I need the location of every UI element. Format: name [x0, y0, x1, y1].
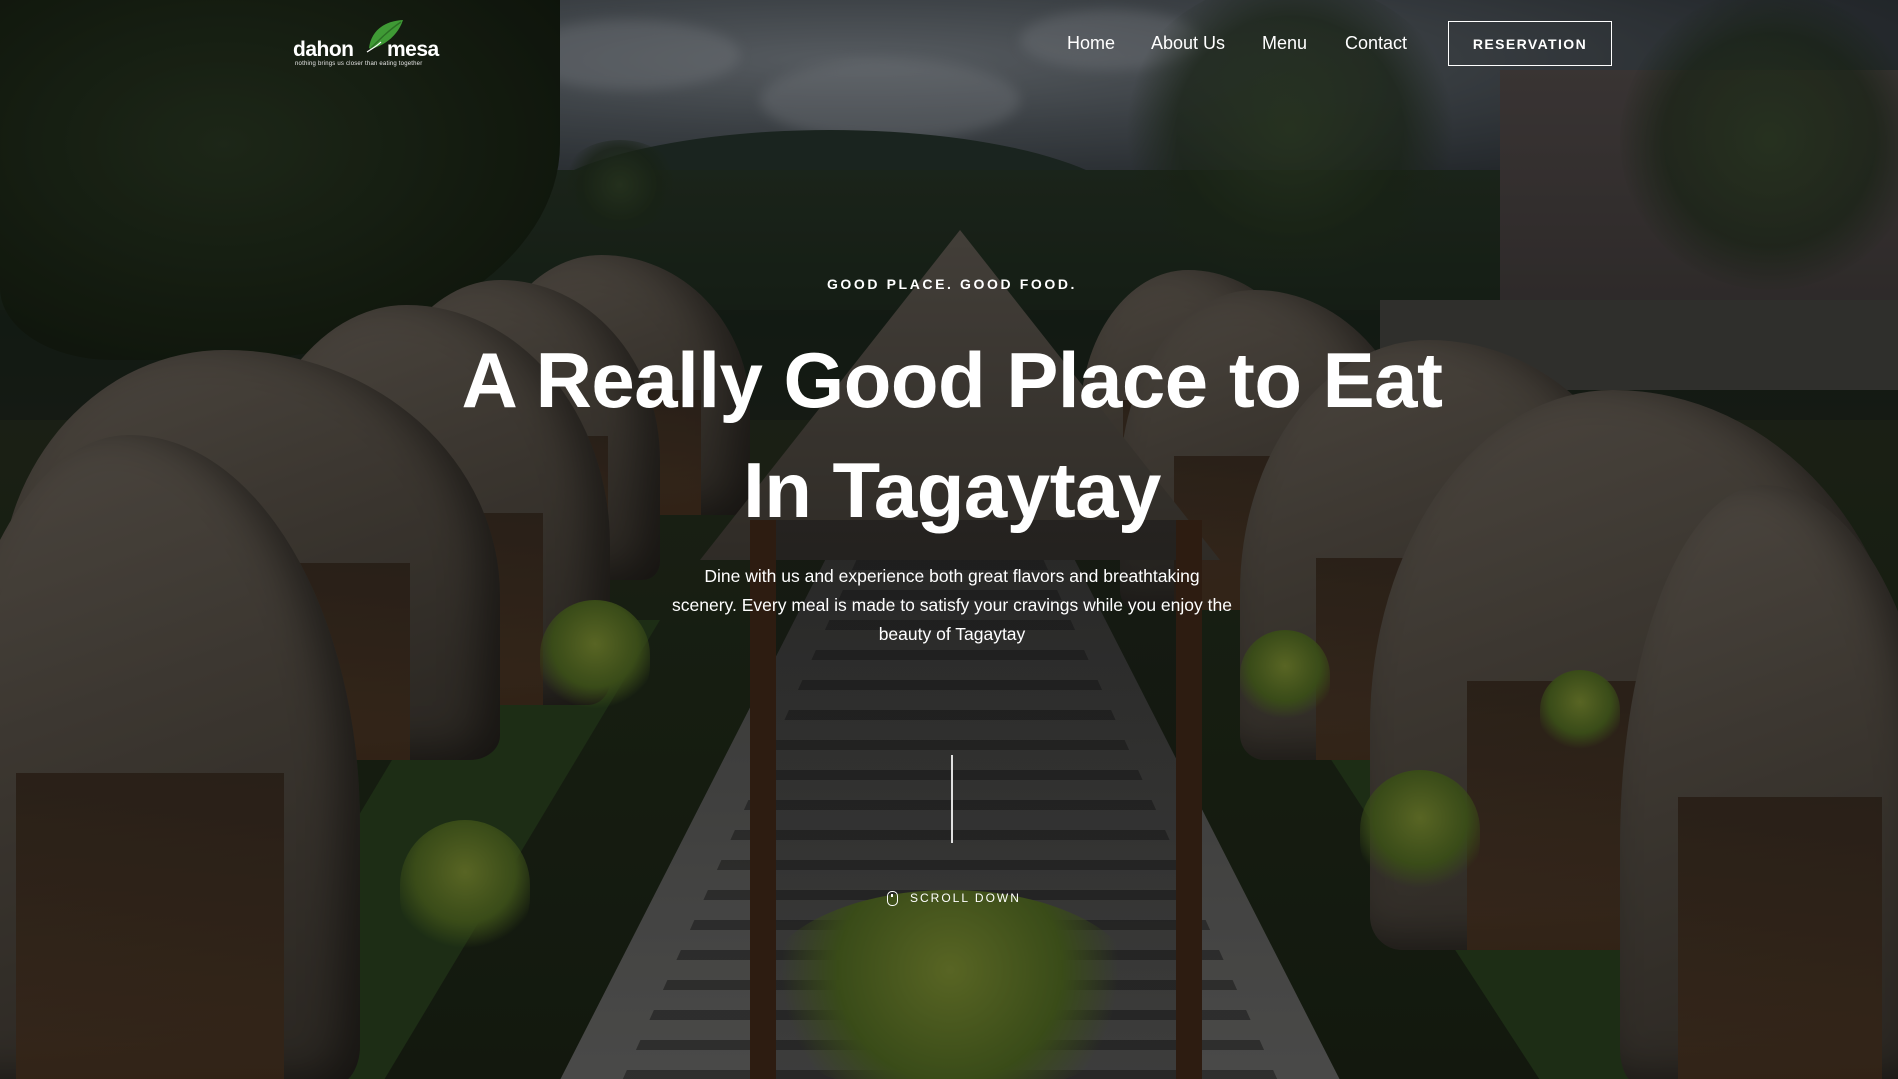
reservation-button-label: RESERVATION — [1472, 35, 1588, 52]
reservation-button[interactable]: RESERVATION — [1448, 21, 1612, 66]
nav-link-menu[interactable]: Menu — [1262, 33, 1307, 54]
scroll-down-label: SCROLL DOWN — [910, 891, 1021, 905]
hero-title: A Really Good Place to Eat In Tagaytay — [0, 325, 1898, 545]
logo-text-mesa: mesa — [387, 38, 439, 61]
logo-text-dahon: dahon — [293, 38, 354, 61]
hero-description: Dine with us and experience both great f… — [672, 566, 1232, 644]
nav-link-home[interactable]: Home — [1067, 33, 1115, 54]
mouse-icon — [887, 890, 898, 906]
logo[interactable]: dahon mesa nothing brings us closer than… — [293, 18, 453, 72]
hero-eyebrow: GOOD PLACE. GOOD FOOD. — [826, 276, 1078, 292]
hero-section: dahon mesa nothing brings us closer than… — [0, 0, 1898, 1079]
logo-tagline: nothing brings us closer than eating tog… — [295, 61, 423, 67]
nav-link-contact[interactable]: Contact — [1345, 33, 1407, 54]
hero-title-line-2: In Tagaytay — [743, 446, 1161, 534]
hero-title-line-1: A Really Good Place to Eat — [461, 336, 1443, 424]
scroll-down-link[interactable]: SCROLL DOWN — [887, 889, 1021, 907]
scroll-divider-line — [951, 755, 953, 843]
nav-link-about-us[interactable]: About Us — [1151, 33, 1225, 54]
site-header: dahon mesa nothing brings us closer than… — [0, 0, 1898, 90]
